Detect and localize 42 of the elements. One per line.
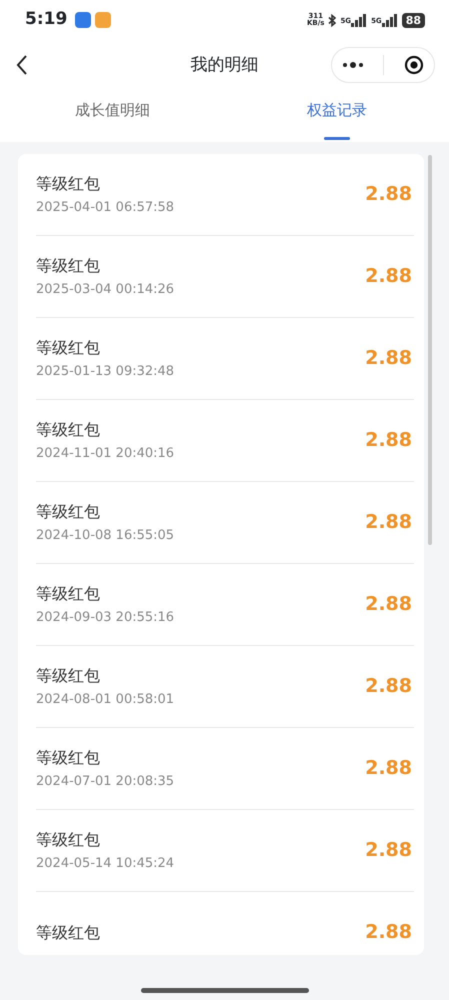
record-amount: 2.88 (365, 756, 412, 782)
record-time: 2025-04-01 06:57:58 (36, 200, 174, 214)
record-amount: 2.88 (365, 264, 412, 290)
record-time: 2024-08-01 00:58:01 (36, 692, 174, 706)
record-title: 等级红包 (36, 340, 101, 356)
tab[interactable]: 成长值明细 (74, 90, 150, 130)
signal-icon (382, 14, 398, 26)
back-icon[interactable] (16, 55, 28, 75)
record-title: 等级红包 (36, 422, 101, 438)
record-amount: 2.88 (365, 182, 412, 208)
page-title: 我的明细 (190, 54, 258, 77)
record-title: 等级红包 (36, 258, 101, 274)
signal-icon (351, 14, 368, 26)
record-amount: 2.88 (365, 592, 412, 618)
record-amount: 2.88 (365, 428, 412, 454)
record-title: 等级红包 (36, 832, 101, 848)
app-icon (95, 12, 112, 28)
app-icon (75, 12, 92, 28)
more-icon[interactable] (342, 62, 364, 68)
close-icon[interactable] (404, 55, 424, 75)
record-amount: 2.88 (365, 510, 412, 536)
record-time: 2024-11-01 20:40:16 (36, 446, 174, 460)
record-time: 2025-03-04 00:14:26 (36, 282, 174, 296)
status-time: 5:19 (25, 8, 68, 32)
record-amount: 2.88 (365, 674, 412, 700)
battery-level: 88 (402, 12, 425, 28)
record-title: 等级红包 (36, 586, 101, 602)
record-time: 2025-01-13 09:32:48 (36, 364, 174, 378)
record-time: 2024-10-08 16:55:05 (36, 528, 174, 542)
record-time: 2024-07-01 20:08:35 (36, 774, 174, 788)
record-amount: 2.88 (365, 838, 412, 864)
record-title: 等级红包 (36, 176, 101, 192)
record-title: 等级红包 (36, 668, 101, 684)
record-time: 2024-05-14 10:45:24 (36, 856, 174, 870)
record-amount: 2.88 (365, 346, 412, 372)
bluetooth-icon (328, 14, 336, 26)
tab[interactable]: 权益记录 (306, 90, 367, 130)
record-title: 等级红包 (36, 924, 100, 940)
record-title: 等级红包 (36, 504, 101, 520)
record-title: 等级红包 (36, 750, 101, 766)
record-time: 2024-09-03 20:55:16 (36, 610, 174, 624)
record-amount: 2.88 (365, 920, 412, 946)
